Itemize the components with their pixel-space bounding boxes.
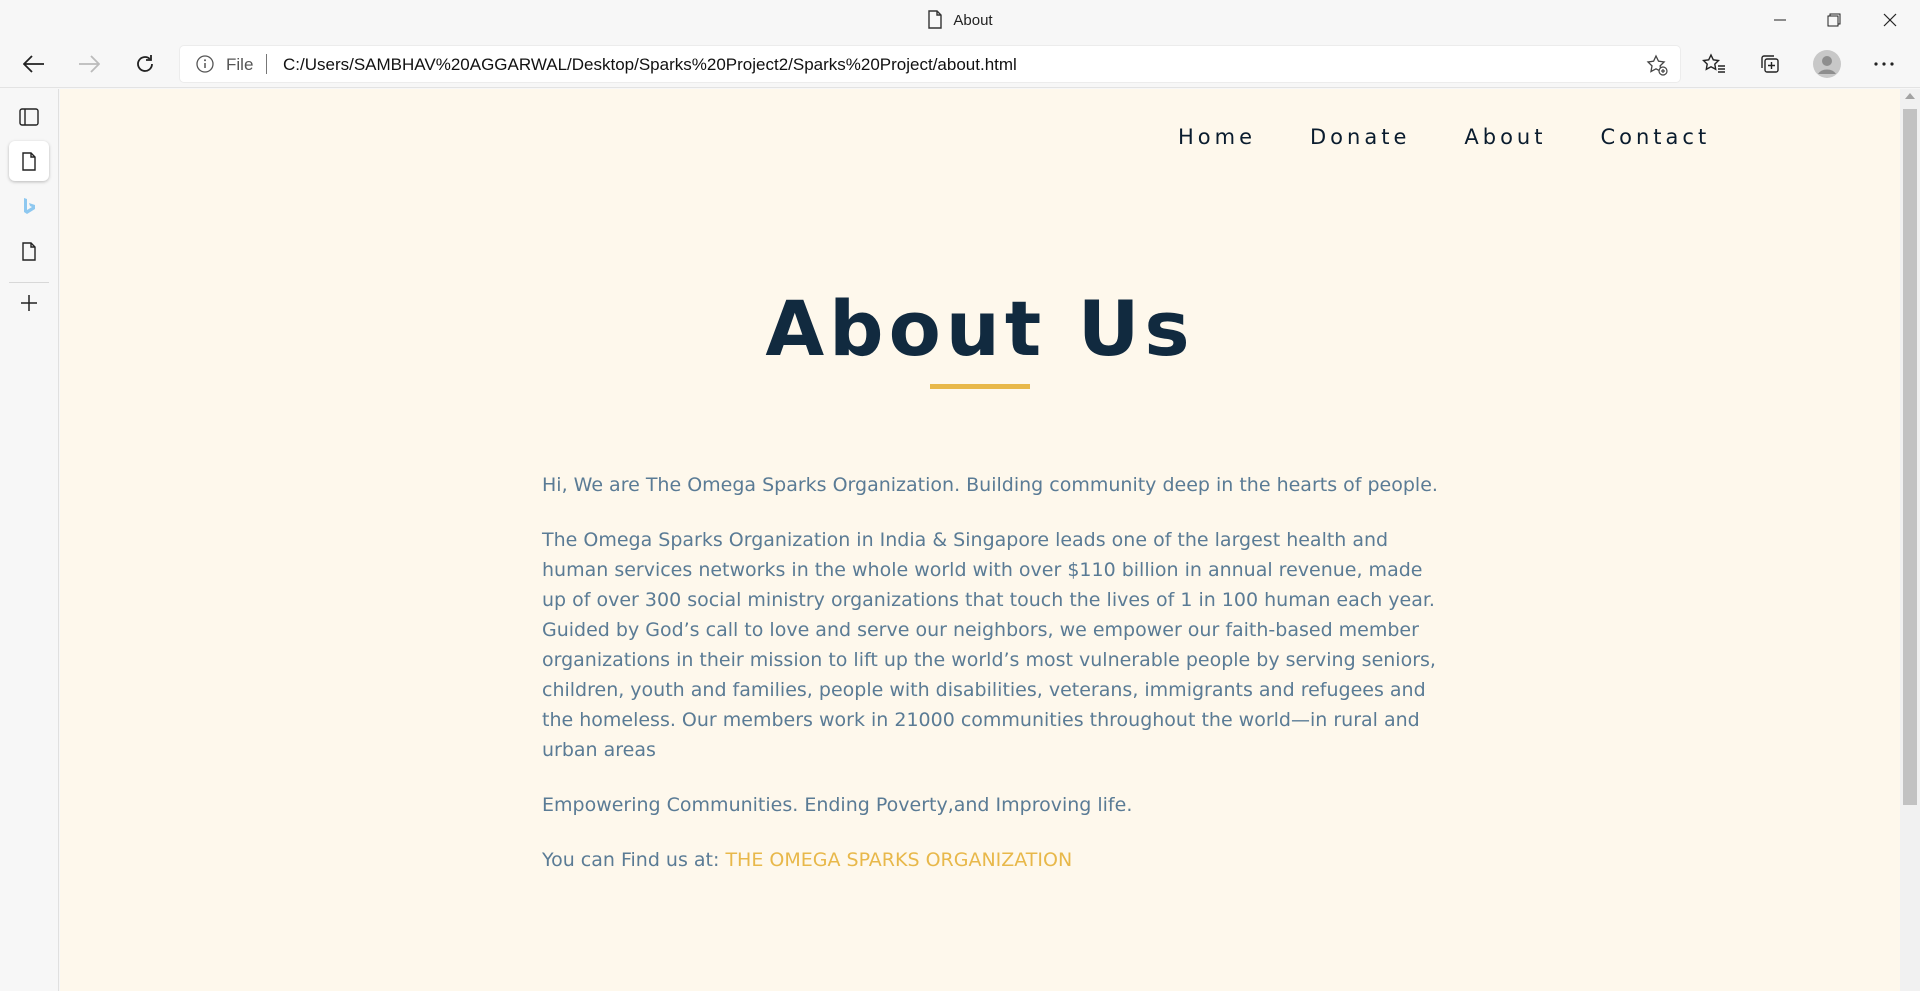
forward-button[interactable]: [71, 46, 107, 82]
nav-about-link[interactable]: About: [1464, 125, 1546, 149]
nav-donate-link[interactable]: Donate: [1310, 125, 1410, 149]
title-underline: [930, 384, 1030, 389]
about-content: Hi, We are The Omega Sparks Organization…: [542, 470, 1442, 900]
mission-paragraph: Empowering Communities. Ending Poverty,a…: [542, 794, 1133, 816]
nav-home-link[interactable]: Home: [1178, 125, 1256, 149]
find-us-label: You can Find us at:: [542, 849, 720, 871]
tab-about-page-icon[interactable]: [9, 141, 49, 181]
title-bar: About: [0, 0, 1920, 40]
intro-paragraph: Hi, We are The Omega Sparks Organization…: [542, 474, 1438, 496]
profile-avatar[interactable]: [1809, 46, 1845, 82]
address-bar[interactable]: File C:/Users/SAMBHAV%20AGGARWAL/Desktop…: [180, 46, 1680, 82]
favorites-button[interactable]: [1696, 46, 1732, 82]
description-paragraph: The Omega Sparks Organization in India &…: [542, 529, 1436, 761]
back-button[interactable]: [16, 46, 52, 82]
window-title-text: About: [953, 12, 993, 29]
vertical-scrollbar[interactable]: [1900, 89, 1920, 991]
window-title: About: [0, 10, 1920, 33]
tab-actions-icon[interactable]: [9, 97, 49, 137]
page-viewport: Home Donate About Contact About Us Hi, W…: [60, 89, 1900, 991]
page-icon: [927, 10, 943, 33]
more-options-icon[interactable]: [1866, 46, 1902, 82]
find-us-paragraph: You can Find us at: THE OMEGA SPARKS ORG…: [542, 845, 1442, 875]
browser-toolbar: File C:/Users/SAMBHAV%20AGGARWAL/Desktop…: [0, 40, 1920, 88]
new-tab-plus-icon[interactable]: [9, 283, 49, 323]
collections-button[interactable]: [1752, 46, 1788, 82]
minimize-button[interactable]: [1752, 0, 1808, 40]
add-favorite-icon[interactable]: [1646, 54, 1668, 81]
tab-page-icon[interactable]: [9, 231, 49, 271]
url-text[interactable]: C:/Users/SAMBHAV%20AGGARWAL/Desktop/Spar…: [283, 55, 1017, 75]
address-divider: [266, 54, 267, 74]
scroll-up-arrow-icon[interactable]: [1905, 93, 1915, 99]
info-icon[interactable]: [196, 55, 214, 78]
vertical-tabs-sidebar: [0, 89, 59, 991]
scrollbar-thumb[interactable]: [1903, 109, 1917, 805]
restore-button[interactable]: [1806, 0, 1862, 40]
organization-link[interactable]: THE OMEGA SPARKS ORGANIZATION: [725, 849, 1072, 871]
site-info-label[interactable]: File: [226, 55, 253, 75]
page-title: About Us: [765, 284, 1195, 373]
close-button[interactable]: [1862, 0, 1918, 40]
site-navigation: Home Donate About Contact: [1178, 125, 1710, 149]
refresh-button[interactable]: [127, 46, 163, 82]
nav-contact-link[interactable]: Contact: [1600, 125, 1710, 149]
tab-bing-icon[interactable]: [9, 186, 49, 226]
